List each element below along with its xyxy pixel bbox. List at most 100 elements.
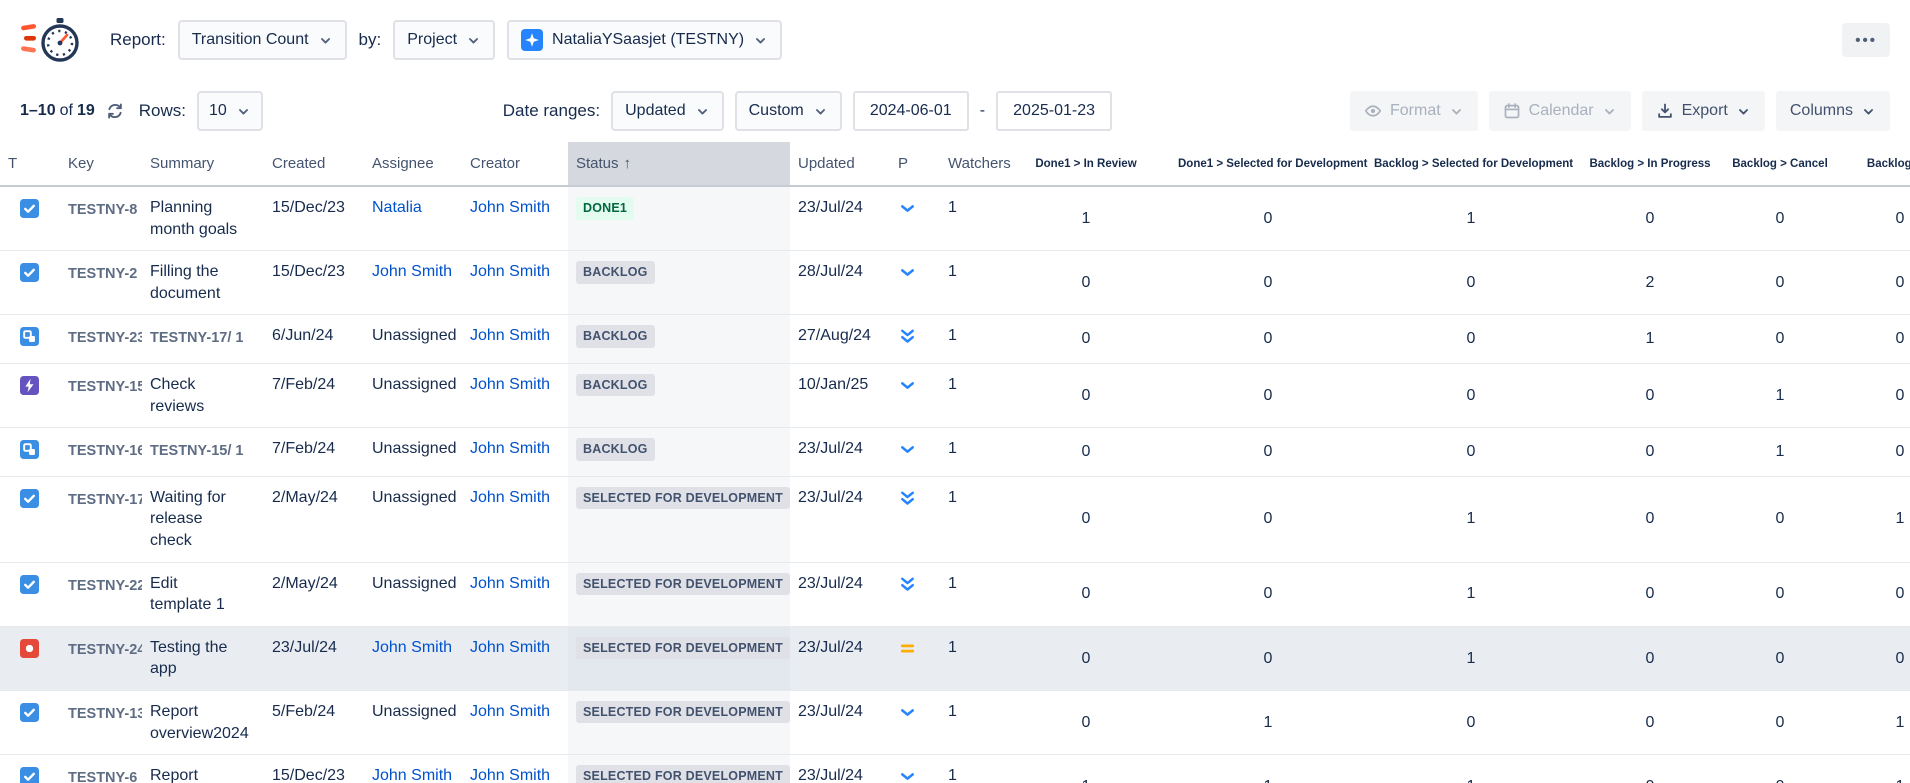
creator-link[interactable]: John Smith <box>470 440 550 457</box>
column-header-backlog-cancel[interactable]: Backlog > Cancel <box>1724 142 1836 186</box>
creator-link[interactable]: John Smith <box>470 575 550 592</box>
transition-count: 1 <box>1170 690 1366 754</box>
refresh-icon[interactable] <box>106 102 124 120</box>
column-header-backlog-in-progress[interactable]: Backlog > In Progress <box>1576 142 1724 186</box>
creator-link[interactable]: John Smith <box>470 327 550 344</box>
creator-link[interactable]: John Smith <box>470 639 550 656</box>
column-header-status[interactable]: Status↑ <box>568 142 790 186</box>
issue-row[interactable]: TESTNY-22Edit template 12/May/24Unassign… <box>0 562 1910 626</box>
created-date: 2/May/24 <box>264 476 364 562</box>
column-header-summary[interactable]: Summary <box>142 142 264 186</box>
format-label: Format <box>1390 102 1441 120</box>
group-by-select[interactable]: Project <box>393 20 495 60</box>
issue-row[interactable]: TESTNY-17Waiting for release check2/May/… <box>0 476 1910 562</box>
issue-row[interactable]: TESTNY-13Report overview20245/Feb/24Unas… <box>0 690 1910 754</box>
transition-count: 0 <box>1836 251 1910 315</box>
transition-count: 0 <box>1576 363 1724 427</box>
transition-count: 0 <box>1170 363 1366 427</box>
column-header-t[interactable]: T <box>0 142 52 186</box>
issue-row[interactable]: TESTNY-8Planning month goals15/Dec/23Nat… <box>0 186 1910 251</box>
column-header-done1-in-review[interactable]: Done1 > In Review <box>1002 142 1170 186</box>
priority-lowest-icon <box>898 327 917 346</box>
assignee-link[interactable]: Natalia <box>372 199 422 216</box>
date-mode-value: Custom <box>749 102 804 120</box>
issue-key[interactable]: TESTNY-22 <box>52 562 142 626</box>
pagination-of-label: of <box>60 102 73 119</box>
chevron-down-icon <box>236 104 251 119</box>
more-actions-button[interactable]: ••• <box>1842 23 1890 57</box>
date-from-input[interactable] <box>853 91 969 131</box>
issue-key[interactable]: TESTNY-6 <box>52 755 142 783</box>
column-header-backlog-c[interactable]: Backlog > C <box>1836 142 1910 186</box>
issue-key[interactable]: TESTNY-2 <box>52 251 142 315</box>
transition-count: 0 <box>1002 251 1170 315</box>
columns-button[interactable]: Columns <box>1776 91 1890 131</box>
issue-key[interactable]: TESTNY-23 <box>52 315 142 364</box>
date-mode-select[interactable]: Custom <box>735 91 842 131</box>
assignee-link[interactable]: John Smith <box>372 767 452 783</box>
subtask-icon <box>20 440 39 459</box>
transition-count: 0 <box>1002 363 1170 427</box>
report-type-select[interactable]: Transition Count <box>178 20 347 60</box>
column-header-done1-selected-for-development[interactable]: Done1 > Selected for Development <box>1170 142 1366 186</box>
assignee-link[interactable]: John Smith <box>372 263 452 280</box>
creator-link[interactable]: John Smith <box>470 703 550 720</box>
issue-row[interactable]: TESTNY-24Testing the app23/Jul/24John Sm… <box>0 626 1910 690</box>
transition-count: 0 <box>1576 755 1724 783</box>
issue-row[interactable]: TESTNY-15Check reviews7/Feb/24Unassigned… <box>0 363 1910 427</box>
column-header-creator[interactable]: Creator <box>462 142 568 186</box>
updated-date: 23/Jul/24 <box>790 428 890 477</box>
column-header-p[interactable]: P <box>890 142 936 186</box>
column-header-watchers[interactable]: Watchers <box>936 142 1002 186</box>
priority-low-icon <box>898 199 917 218</box>
issue-key[interactable]: TESTNY-15 <box>52 363 142 427</box>
issue-row[interactable]: TESTNY-2Filling the document15/Dec/23Joh… <box>0 251 1910 315</box>
chevron-down-icon <box>1449 104 1464 119</box>
creator-link[interactable]: John Smith <box>470 263 550 280</box>
issue-summary: Report overview <box>142 755 264 783</box>
stopwatch-logo-icon <box>20 14 84 66</box>
issue-key[interactable]: TESTNY-16 <box>52 428 142 477</box>
creator-link[interactable]: John Smith <box>470 199 550 216</box>
issue-row[interactable]: TESTNY-16TESTNY-15/ 17/Feb/24UnassignedJ… <box>0 428 1910 477</box>
project-avatar <box>521 29 543 51</box>
chevron-down-icon <box>753 33 768 48</box>
transition-count: 1 <box>1002 755 1170 783</box>
transition-count: 0 <box>1002 626 1170 690</box>
issue-key[interactable]: TESTNY-8 <box>52 186 142 251</box>
columns-label: Columns <box>1790 102 1853 120</box>
issue-key[interactable]: TESTNY-17 <box>52 476 142 562</box>
transition-count: 0 <box>1366 251 1576 315</box>
by-label: by: <box>359 30 382 50</box>
issue-row[interactable]: TESTNY-6Report overview15/Dec/23John Smi… <box>0 755 1910 783</box>
transition-count: 1 <box>1724 363 1836 427</box>
watchers-count: 1 <box>936 476 1002 562</box>
project-select[interactable]: NataliaYSaasjet (TESTNY) <box>507 20 782 60</box>
column-header-backlog-selected-for-development[interactable]: Backlog > Selected for Development <box>1366 142 1576 186</box>
task-icon <box>20 767 39 783</box>
transition-count: 1 <box>1836 476 1910 562</box>
assignee-link[interactable]: John Smith <box>372 639 452 656</box>
column-header-created[interactable]: Created <box>264 142 364 186</box>
issue-summary: TESTNY-17/ 1 <box>142 315 264 364</box>
issue-row[interactable]: TESTNY-23TESTNY-17/ 16/Jun/24UnassignedJ… <box>0 315 1910 364</box>
rows-per-page-select[interactable]: 10 <box>197 91 263 131</box>
creator-link[interactable]: John Smith <box>470 376 550 393</box>
date-field-select[interactable]: Updated <box>611 91 724 131</box>
issue-key[interactable]: TESTNY-13 <box>52 690 142 754</box>
status-badge: BACKLOG <box>576 438 655 461</box>
creator-link[interactable]: John Smith <box>470 767 550 783</box>
transition-count: 0 <box>1002 476 1170 562</box>
column-header-key[interactable]: Key <box>52 142 142 186</box>
creator-link[interactable]: John Smith <box>470 489 550 506</box>
issue-key[interactable]: TESTNY-24 <box>52 626 142 690</box>
report-type-value: Transition Count <box>192 31 309 49</box>
chevron-down-icon <box>813 104 828 119</box>
date-to-input[interactable] <box>996 91 1112 131</box>
column-header-assignee[interactable]: Assignee <box>364 142 462 186</box>
task-icon <box>20 263 39 282</box>
export-button[interactable]: Export <box>1642 91 1765 131</box>
rows-per-page-value: 10 <box>209 102 227 120</box>
column-header-updated[interactable]: Updated <box>790 142 890 186</box>
priority-lowest-icon <box>898 489 917 508</box>
